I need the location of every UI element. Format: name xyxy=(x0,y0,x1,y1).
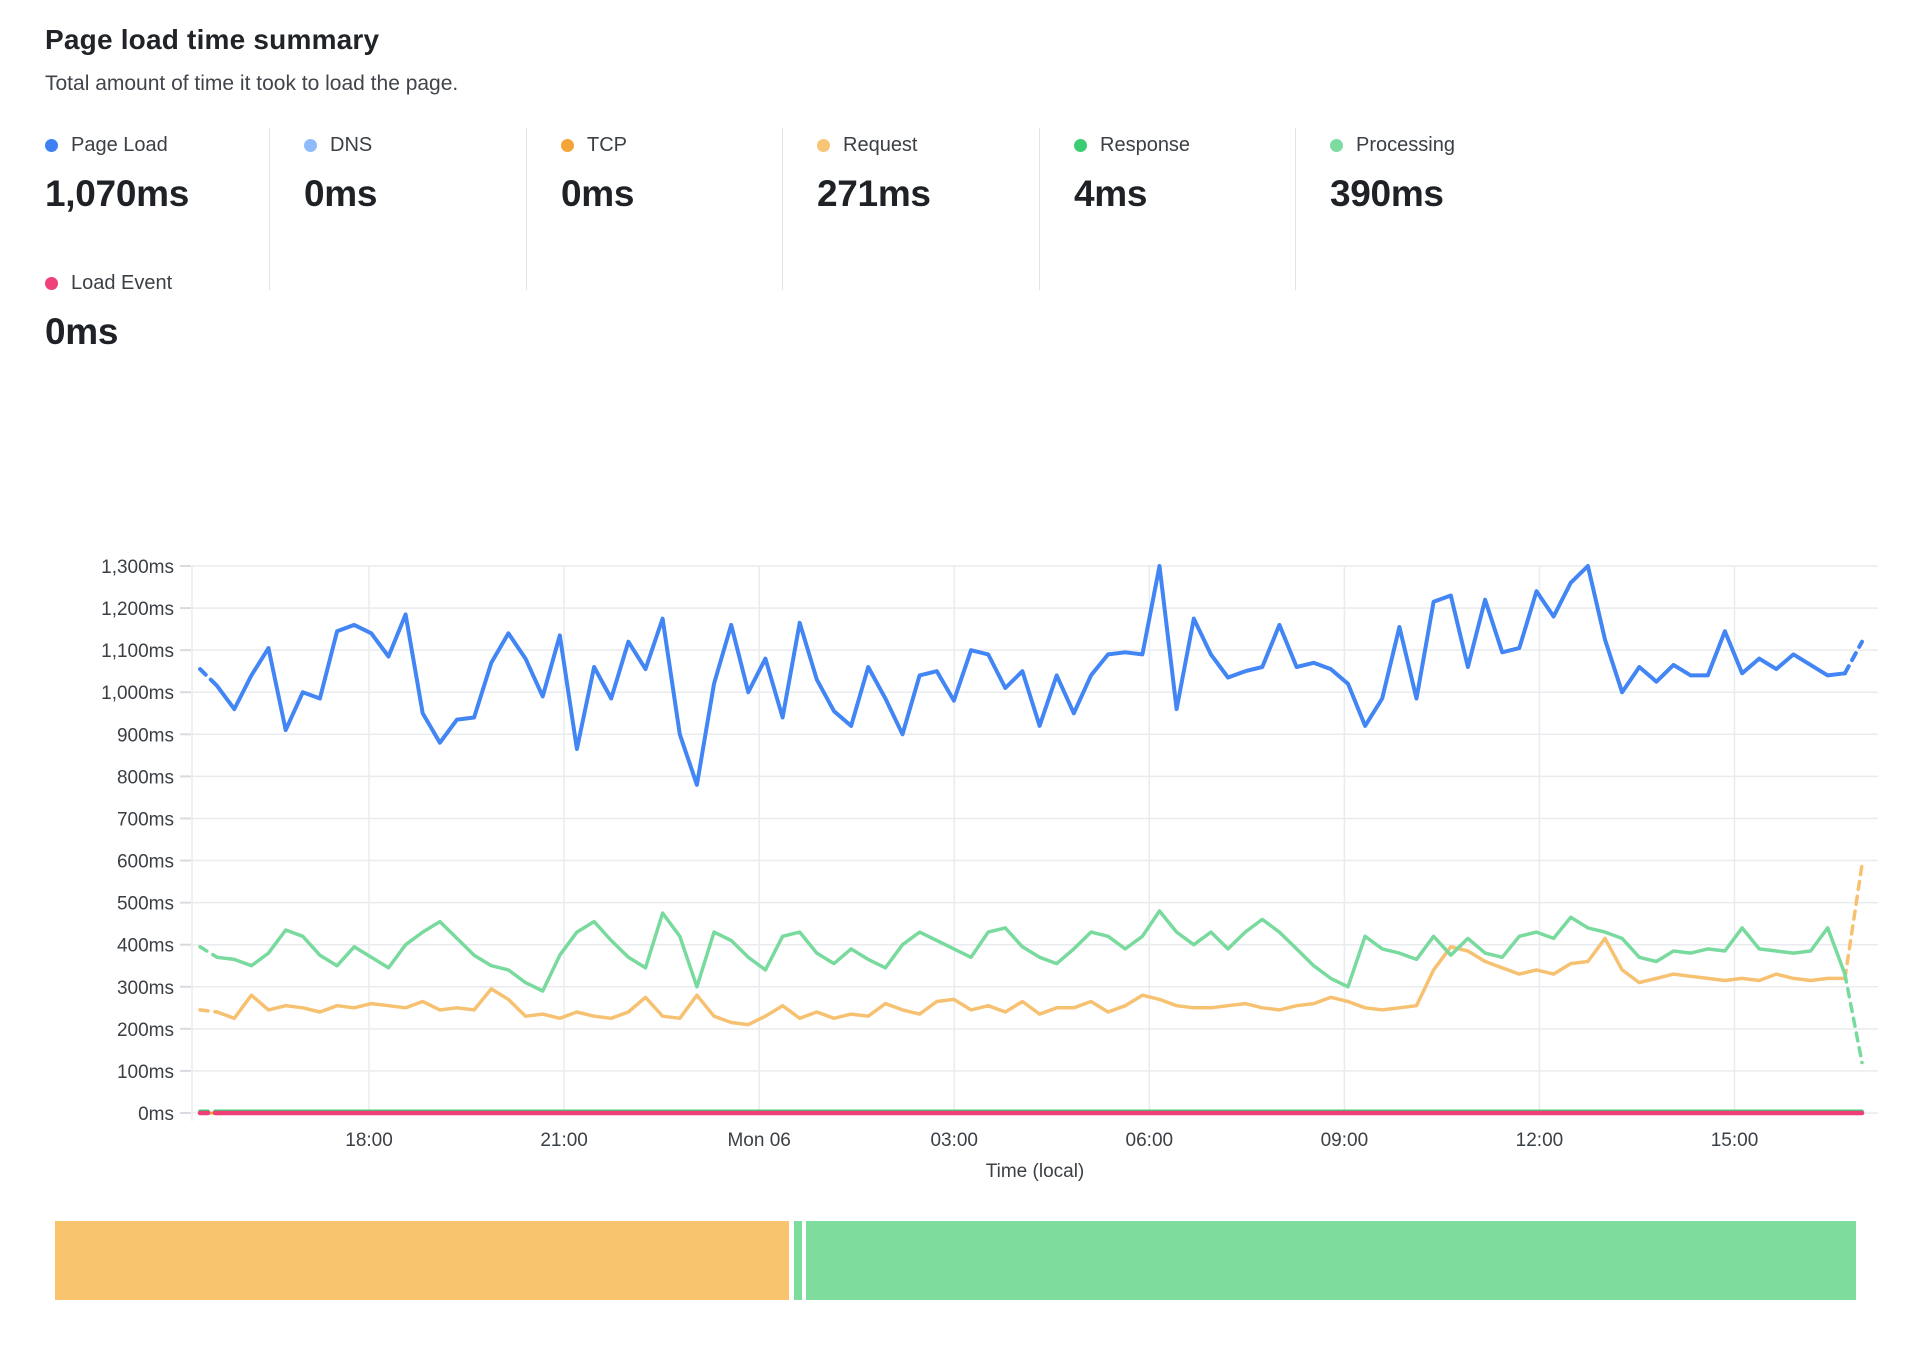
selector-bar-segment xyxy=(794,1221,802,1300)
svg-text:1,100ms: 1,100ms xyxy=(101,641,174,662)
svg-text:03:00: 03:00 xyxy=(930,1130,978,1151)
stat-card-tcp[interactable]: TCP 0ms xyxy=(527,128,783,290)
stat-card-request[interactable]: Request 271ms xyxy=(783,128,1040,290)
stat-value: 1,070ms xyxy=(45,173,269,215)
page-title: Page load time summary xyxy=(45,24,379,56)
dns-legend-dot-icon xyxy=(304,139,317,152)
stat-value: 271ms xyxy=(817,173,1039,215)
stat-value: 0ms xyxy=(304,173,526,215)
selector-bar-segment xyxy=(55,1221,789,1300)
time-range-selector-bar[interactable] xyxy=(55,1221,1856,1300)
stat-label: Page Load xyxy=(71,134,168,157)
svg-text:200ms: 200ms xyxy=(117,1020,174,1041)
stat-label: Load Event xyxy=(71,272,172,295)
stat-label: Request xyxy=(843,134,918,157)
svg-text:1,200ms: 1,200ms xyxy=(101,599,174,620)
svg-text:18:00: 18:00 xyxy=(345,1130,393,1151)
line-chart-canvas[interactable]: 0ms 100ms 200ms 300ms 400ms 500ms 600ms 700ms 80… xyxy=(0,440,1910,1210)
svg-text:800ms: 800ms xyxy=(117,767,174,788)
svg-text:12:00: 12:00 xyxy=(1516,1130,1564,1151)
selector-bar-segment xyxy=(806,1221,1856,1300)
processing-legend-dot-icon xyxy=(1330,139,1343,152)
svg-text:600ms: 600ms xyxy=(117,852,174,873)
stat-card-load-event[interactable]: Load Event 0ms xyxy=(45,272,172,353)
stat-label: Processing xyxy=(1356,134,1455,157)
response-legend-dot-icon xyxy=(1074,139,1087,152)
stat-value: 0ms xyxy=(561,173,782,215)
svg-text:300ms: 300ms xyxy=(117,978,174,999)
stat-card-dns[interactable]: DNS 0ms xyxy=(270,128,527,290)
load-event-legend-dot-icon xyxy=(45,277,58,290)
svg-text:09:00: 09:00 xyxy=(1321,1130,1369,1151)
svg-text:400ms: 400ms xyxy=(117,936,174,957)
stat-card-page-load[interactable]: Page Load 1,070ms xyxy=(45,128,270,290)
svg-text:1,300ms: 1,300ms xyxy=(101,557,174,578)
stat-label: TCP xyxy=(587,134,627,157)
svg-text:500ms: 500ms xyxy=(117,894,174,915)
tcp-legend-dot-icon xyxy=(561,139,574,152)
svg-text:0ms: 0ms xyxy=(138,1104,174,1125)
stat-value: 390ms xyxy=(1330,173,1576,215)
page-load-legend-dot-icon xyxy=(45,139,58,152)
stat-card-processing[interactable]: Processing 390ms xyxy=(1296,128,1576,290)
metric-summary-row: Page Load 1,070ms DNS 0ms TCP 0ms Reques… xyxy=(45,128,1576,290)
page-subtitle: Total amount of time it took to load the… xyxy=(45,72,458,96)
svg-text:900ms: 900ms xyxy=(117,725,174,746)
request-legend-dot-icon xyxy=(817,139,830,152)
stat-label: Response xyxy=(1100,134,1190,157)
svg-text:100ms: 100ms xyxy=(117,1062,174,1083)
page-load-time-chart[interactable]: 0ms 100ms 200ms 300ms 400ms 500ms 600ms 700ms 80… xyxy=(0,440,1910,1210)
stat-card-response[interactable]: Response 4ms xyxy=(1040,128,1296,290)
svg-text:1,000ms: 1,000ms xyxy=(101,683,174,704)
svg-text:21:00: 21:00 xyxy=(540,1130,588,1151)
svg-text:06:00: 06:00 xyxy=(1126,1130,1174,1151)
svg-text:Mon 06: Mon 06 xyxy=(727,1130,790,1151)
svg-text:15:00: 15:00 xyxy=(1711,1130,1759,1151)
svg-text:700ms: 700ms xyxy=(117,809,174,830)
stat-value: 4ms xyxy=(1074,173,1295,215)
svg-text:Time (local): Time (local) xyxy=(986,1161,1085,1182)
stat-value: 0ms xyxy=(45,311,172,353)
stat-label: DNS xyxy=(330,134,372,157)
